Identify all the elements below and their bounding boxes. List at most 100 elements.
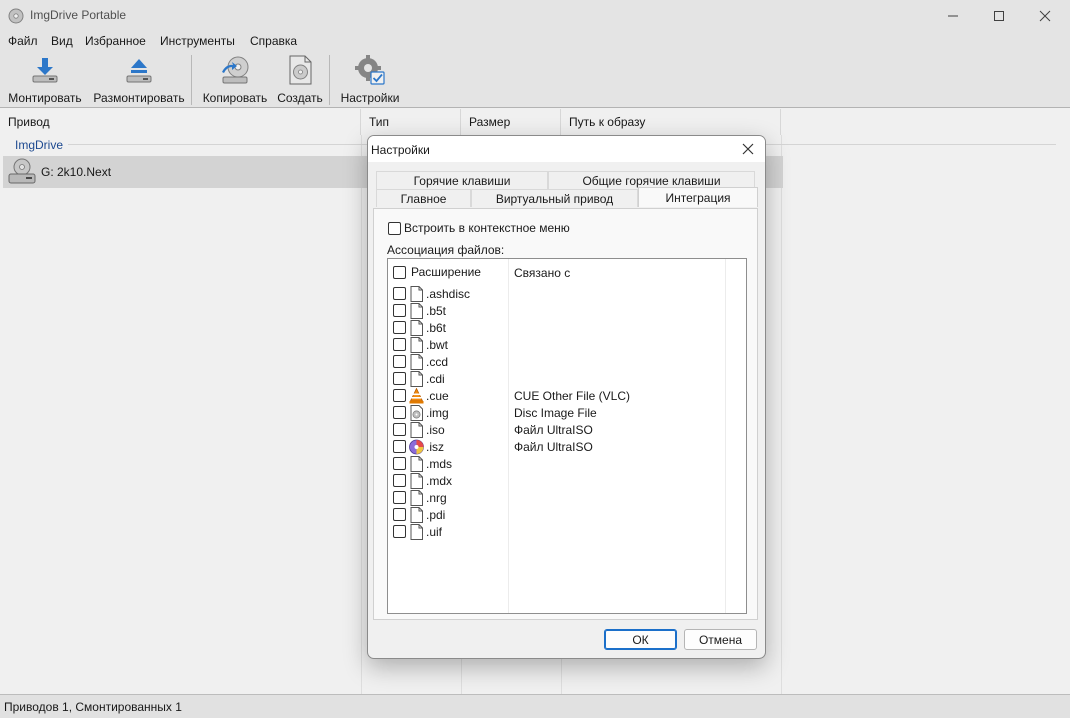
association-checkbox[interactable] <box>393 474 406 487</box>
integration-panel: Встроить в контекстное меню Ассоциация ф… <box>373 208 758 620</box>
file-icon <box>410 523 423 540</box>
settings-button[interactable]: Настройки <box>339 54 401 106</box>
file-association-label: Ассоциация файлов: <box>387 243 505 257</box>
tab-integration[interactable]: Интеграция <box>638 187 758 207</box>
file-extension: .mds <box>426 456 453 471</box>
association-checkbox[interactable] <box>393 406 406 419</box>
column-divider <box>781 135 782 694</box>
associated-program: Disc Image File <box>514 406 597 420</box>
association-checkbox[interactable] <box>393 304 406 317</box>
tab-hotkeys[interactable]: Горячие клавиши <box>376 171 548 189</box>
file-icon <box>410 285 423 302</box>
file-association-row[interactable]: .uif <box>393 523 743 540</box>
file-extension: .ashdisc <box>426 286 471 301</box>
dialog-close-icon[interactable] <box>740 141 756 157</box>
file-extension: .cdi <box>426 371 445 386</box>
menu-help[interactable]: Справка <box>250 34 297 48</box>
dialog-title-bar: Настройки <box>368 136 765 162</box>
select-all-checkbox[interactable] <box>393 265 406 279</box>
vlc-cone-icon <box>409 387 424 403</box>
file-association-row[interactable]: .nrg <box>393 489 743 506</box>
group-label: ImgDrive <box>15 138 64 152</box>
menu-view[interactable]: Вид <box>51 34 73 48</box>
file-extension: .bwt <box>426 337 449 352</box>
association-checkbox[interactable] <box>393 508 406 521</box>
unmount-label: Размонтировать <box>93 91 185 105</box>
file-icon <box>410 302 423 319</box>
association-checkbox[interactable] <box>393 491 406 504</box>
column-header-type[interactable]: Тип <box>361 109 461 135</box>
menu-tools[interactable]: Инструменты <box>160 34 235 48</box>
association-checkbox[interactable] <box>393 338 406 351</box>
title-bar: ImgDrive Portable <box>0 0 1070 32</box>
file-icon <box>410 506 423 523</box>
file-association-row[interactable]: .pdi <box>393 506 743 523</box>
copy-disc-icon <box>222 56 249 84</box>
file-association-row[interactable]: .iso Файл UltraISO <box>393 421 743 438</box>
unmount-button[interactable]: Размонтировать <box>93 54 185 106</box>
associated-program: Файл UltraISO <box>514 440 593 454</box>
file-association-row[interactable]: .isz Файл UltraISO <box>393 438 743 455</box>
extension-header[interactable]: Расширение <box>411 265 481 279</box>
associated-program: CUE Other File (VLC) <box>514 389 631 403</box>
column-header-path[interactable]: Путь к образу <box>561 109 781 135</box>
close-button[interactable] <box>1022 0 1068 32</box>
ultraiso-disc-icon <box>409 439 424 454</box>
file-association-row[interactable]: .mdx <box>393 472 743 489</box>
drive-label: G: 2k10.Next <box>41 165 112 179</box>
file-association-row[interactable]: .cue CUE Other File (VLC) <box>393 387 743 404</box>
minimize-icon <box>948 15 958 17</box>
file-association-row[interactable]: .img Disc Image File <box>393 404 743 421</box>
maximize-icon <box>994 11 1004 21</box>
disc-image-file-icon <box>410 404 423 421</box>
file-icon <box>410 370 423 387</box>
settings-label: Настройки <box>340 91 400 105</box>
file-extension: .cue <box>426 388 449 403</box>
toolbar: Монтировать Размонтировать Копировать Со… <box>0 50 1070 108</box>
ok-button[interactable]: ОК <box>604 629 677 650</box>
associated-with-header[interactable]: Связано с <box>514 266 570 280</box>
settings-dialog: Настройки Горячие клавиши Общие горячие … <box>367 135 766 659</box>
file-association-row[interactable]: .mds <box>393 455 743 472</box>
mount-button[interactable]: Монтировать <box>8 54 82 106</box>
eject-icon <box>126 59 152 83</box>
file-association-row[interactable]: .ccd <box>393 353 743 370</box>
status-text: Приводов 1, Смонтированных 1 <box>4 700 182 714</box>
close-icon <box>1039 10 1051 22</box>
menu-favorites[interactable]: Избранное <box>85 34 146 48</box>
list-header-extension: Расширение <box>393 265 481 279</box>
file-extension: .uif <box>426 524 443 539</box>
association-checkbox[interactable] <box>393 423 406 436</box>
create-label: Создать <box>277 91 323 105</box>
copy-button[interactable]: Копировать <box>201 54 269 106</box>
minimize-button[interactable] <box>930 0 976 32</box>
association-checkbox[interactable] <box>393 321 406 334</box>
association-checkbox[interactable] <box>393 355 406 368</box>
file-icon <box>410 489 423 506</box>
file-extension: .mdx <box>426 473 453 488</box>
tab-virtual-drive[interactable]: Виртуальный привод <box>471 189 638 207</box>
menu-file[interactable]: Файл <box>8 34 38 48</box>
create-button[interactable]: Создать <box>276 54 324 106</box>
association-checkbox[interactable] <box>393 389 406 402</box>
file-association-row[interactable]: .b6t <box>393 319 743 336</box>
association-checkbox[interactable] <box>393 440 406 453</box>
context-menu-checkbox[interactable] <box>388 221 401 235</box>
cancel-button[interactable]: Отмена <box>684 629 757 650</box>
file-association-row[interactable]: .b5t <box>393 302 743 319</box>
association-checkbox[interactable] <box>393 372 406 385</box>
column-header-size[interactable]: Размер <box>461 109 561 135</box>
column-header-drive[interactable]: Привод <box>0 109 361 135</box>
association-checkbox[interactable] <box>393 457 406 470</box>
tab-general[interactable]: Главное <box>376 189 471 207</box>
file-association-row[interactable]: .bwt <box>393 336 743 353</box>
association-checkbox[interactable] <box>393 525 406 538</box>
file-association-list[interactable]: Расширение Связано с .ashdisc .b5t .b6t .bw… <box>387 258 747 614</box>
context-menu-option[interactable]: Встроить в контекстное меню <box>388 221 570 235</box>
file-association-row[interactable]: .ashdisc <box>393 285 743 302</box>
create-image-icon <box>289 55 312 85</box>
association-checkbox[interactable] <box>393 287 406 300</box>
file-extension: .nrg <box>426 490 447 505</box>
maximize-button[interactable] <box>976 0 1022 32</box>
file-association-row[interactable]: .cdi <box>393 370 743 387</box>
